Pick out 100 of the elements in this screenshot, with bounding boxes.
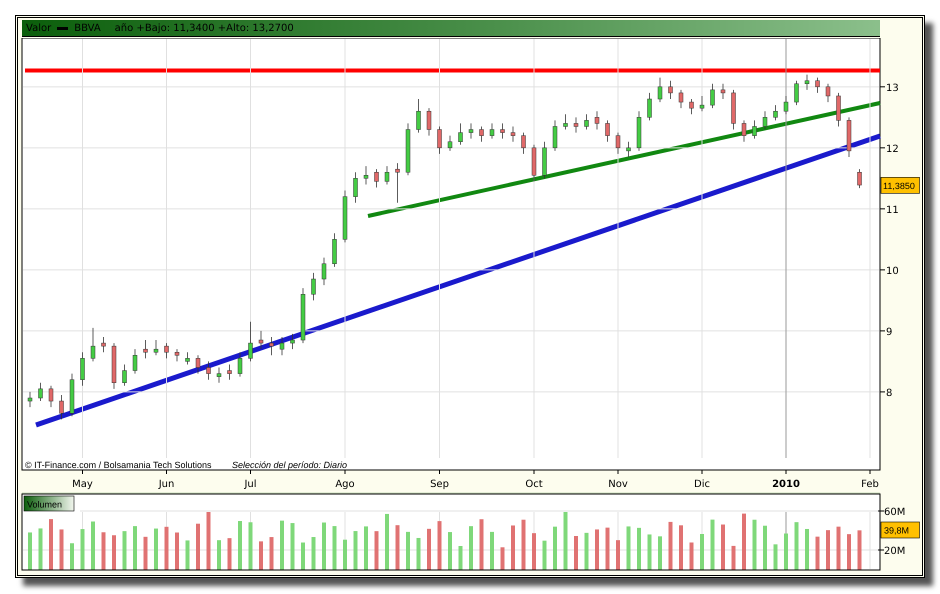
candle (384, 166, 390, 185)
volume-bar (164, 526, 168, 570)
volume-bar (574, 536, 578, 570)
candle (668, 80, 673, 100)
candle (689, 98, 694, 115)
volume-bar (238, 521, 242, 570)
volume-bar (763, 526, 767, 570)
candle (804, 74, 810, 90)
candle (500, 123, 505, 140)
candle (406, 123, 410, 176)
month-label: Feb (861, 479, 879, 490)
volume-tick-label: 20M (884, 546, 906, 557)
candle (468, 123, 474, 140)
volume-bar (80, 529, 84, 570)
candle (154, 340, 158, 356)
volume-bar (133, 526, 137, 570)
candle (248, 321, 253, 362)
candle (290, 334, 295, 350)
candle (594, 110, 600, 130)
volume-bar (690, 542, 694, 570)
candle (426, 108, 432, 136)
candle (59, 394, 64, 420)
volume-bar (144, 536, 148, 570)
candle (280, 336, 284, 356)
volume-bar (847, 534, 851, 570)
month-label: Sep (430, 479, 449, 490)
candle (752, 120, 757, 140)
month-label: May (72, 479, 93, 490)
candle (132, 348, 138, 374)
volume-bar (112, 535, 116, 570)
volume-bar (658, 536, 662, 570)
volume-bar (500, 547, 504, 570)
volume-bar (312, 537, 316, 570)
candle (353, 172, 358, 204)
last-price-badge: 11,3850 (880, 177, 920, 194)
candle (794, 80, 799, 106)
volume-bar (836, 526, 840, 570)
candle (122, 364, 127, 386)
candle (532, 144, 536, 182)
volume-bar (668, 522, 672, 570)
volume-bar (616, 540, 620, 570)
header-label: Valor (26, 22, 52, 34)
volume-bar (186, 540, 190, 570)
volume-bar (196, 524, 200, 570)
candle (836, 92, 841, 127)
volume-bar (648, 534, 652, 570)
volume-bar (154, 528, 158, 570)
volume-bar (406, 532, 410, 570)
period-text: Selección del período: Diario (232, 460, 348, 470)
last-volume-badge: 39,8M (880, 522, 920, 538)
volume-bar (427, 528, 431, 570)
volume-bar (584, 532, 588, 570)
volume-bar (102, 532, 106, 570)
candle (364, 166, 368, 185)
candle (784, 96, 788, 115)
volume-bar (301, 542, 305, 570)
candle (90, 327, 96, 362)
volume-bar (248, 522, 252, 570)
volume-bar (290, 523, 294, 570)
candle (857, 168, 862, 188)
candle (542, 141, 547, 179)
candle (206, 361, 211, 380)
candle (636, 110, 642, 152)
candle (710, 83, 715, 109)
candle (216, 367, 222, 384)
volume-bar (49, 519, 53, 570)
volume-bar (700, 534, 704, 570)
month-label: Dic (694, 479, 710, 490)
volume-bar (416, 538, 420, 570)
volume-bar (606, 528, 610, 570)
candle (164, 342, 169, 359)
candle (510, 126, 516, 142)
volume-bar (458, 546, 462, 570)
volume-bar (542, 540, 546, 570)
month-label: Jul (244, 479, 257, 490)
credits-text: © IT-Finance.com / Bolsamania Tech Solutions (25, 460, 212, 470)
volume-bar (228, 538, 232, 570)
volume-bar (364, 526, 368, 570)
volume-tick-label: 60M (884, 507, 906, 518)
candle (815, 77, 820, 94)
volume-bar (564, 512, 568, 570)
candle (70, 373, 74, 417)
volume-bar (206, 512, 210, 570)
volume-bar (374, 531, 378, 570)
candle (374, 168, 379, 188)
volume-bar (721, 524, 725, 570)
candle (258, 330, 264, 350)
volume-bar (752, 520, 756, 570)
volume-bar (217, 540, 221, 570)
candle (720, 83, 726, 100)
candle (28, 392, 32, 408)
candle (112, 342, 116, 390)
price-tick-label: 9 (886, 326, 892, 338)
volume-bar (270, 537, 274, 570)
candle (731, 89, 736, 130)
candle (322, 257, 326, 286)
candle (490, 123, 494, 140)
volume-title: Volumen (24, 496, 74, 512)
candle (269, 336, 274, 356)
volume-bar (175, 532, 179, 570)
